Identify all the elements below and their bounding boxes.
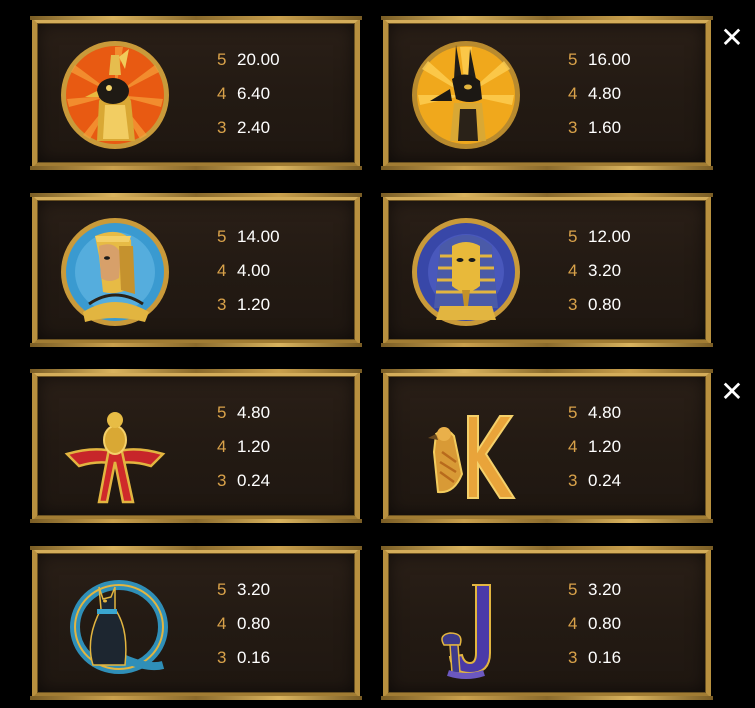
match-count: 3 [568, 648, 578, 667]
payout-value: 0.24 [237, 471, 271, 490]
payout-row: 4 4.80 [568, 77, 631, 111]
horus-symbol-icon [59, 39, 171, 151]
match-count: 4 [568, 614, 578, 633]
paytable-card-q: 5 3.20 4 0.80 3 0.16 [30, 546, 362, 700]
payout-value: 1.20 [588, 437, 622, 456]
payout-row: 5 3.20 [217, 573, 270, 607]
match-count: 3 [568, 118, 578, 137]
payout-value: 1.20 [237, 437, 271, 456]
payout-row: 4 1.20 [217, 430, 270, 464]
match-count: 5 [217, 227, 227, 246]
payout-row: 5 14.00 [217, 220, 280, 254]
payout-value: 0.24 [588, 471, 622, 490]
match-count: 3 [568, 295, 578, 314]
payout-list: 5 12.00 4 3.20 3 0.80 [568, 220, 631, 322]
match-count: 4 [217, 261, 227, 280]
payout-row: 4 1.20 [568, 430, 621, 464]
payout-row: 5 4.80 [568, 396, 621, 430]
payout-list: 5 4.80 4 1.20 3 0.24 [568, 396, 621, 498]
payout-row: 4 0.80 [217, 607, 270, 641]
payout-list: 5 3.20 4 0.80 3 0.16 [217, 573, 270, 675]
payout-row: 5 3.20 [568, 573, 621, 607]
match-count: 5 [568, 580, 578, 599]
payout-row: 3 0.80 [568, 288, 631, 322]
payout-value: 2.40 [237, 118, 271, 137]
match-count: 5 [568, 227, 578, 246]
cat-q-symbol-icon [59, 569, 171, 681]
payout-list: 5 14.00 4 4.00 3 1.20 [217, 220, 280, 322]
paytable-card-j: 5 3.20 4 0.80 3 0.16 [381, 546, 713, 700]
payout-value: 4.80 [588, 84, 622, 103]
match-count: 4 [217, 437, 227, 456]
pharaoh-symbol-icon [410, 216, 522, 328]
payout-value: 0.80 [237, 614, 271, 633]
payout-row: 3 0.24 [568, 464, 621, 498]
match-count: 3 [217, 471, 227, 490]
payout-list: 5 20.00 4 6.40 3 2.40 [217, 43, 280, 145]
match-count: 5 [217, 50, 227, 69]
close-icon[interactable]: ✕ [718, 378, 746, 406]
payout-value: 16.00 [588, 50, 631, 69]
match-count: 5 [217, 580, 227, 599]
match-count: 5 [217, 403, 227, 422]
payout-row: 3 0.16 [568, 641, 621, 675]
payout-row: 4 4.00 [217, 254, 280, 288]
payout-row: 4 6.40 [217, 77, 280, 111]
paytable-card-a: 5 4.80 4 1.20 3 0.24 [30, 369, 362, 523]
payout-value: 0.16 [588, 648, 622, 667]
paytable-card-cleopatra: 5 14.00 4 4.00 3 1.20 [30, 193, 362, 347]
close-icon[interactable]: ✕ [718, 24, 746, 52]
scarab-a-symbol-icon [59, 392, 171, 504]
paytable-card-horus: 5 20.00 4 6.40 3 2.40 [30, 16, 362, 170]
anubis-symbol-icon [410, 39, 522, 151]
payout-row: 5 12.00 [568, 220, 631, 254]
match-count: 3 [217, 118, 227, 137]
payout-value: 4.80 [237, 403, 271, 422]
payout-value: 12.00 [588, 227, 631, 246]
payout-row: 3 1.60 [568, 111, 631, 145]
payout-list: 5 3.20 4 0.80 3 0.16 [568, 573, 621, 675]
payout-value: 3.20 [588, 261, 622, 280]
cleopatra-symbol-icon [59, 216, 171, 328]
payout-row: 3 0.16 [217, 641, 270, 675]
match-count: 5 [568, 403, 578, 422]
payout-row: 3 1.20 [217, 288, 280, 322]
payout-value: 0.80 [588, 614, 622, 633]
paytable-card-pharaoh: 5 12.00 4 3.20 3 0.80 [381, 193, 713, 347]
match-count: 4 [217, 614, 227, 633]
payout-row: 5 16.00 [568, 43, 631, 77]
payout-value: 6.40 [237, 84, 271, 103]
paytable-card-anubis: 5 16.00 4 4.80 3 1.60 [381, 16, 713, 170]
match-count: 4 [568, 84, 578, 103]
payout-value: 3.20 [237, 580, 271, 599]
match-count: 3 [568, 471, 578, 490]
match-count: 3 [217, 648, 227, 667]
payout-row: 5 4.80 [217, 396, 270, 430]
payout-value: 4.80 [588, 403, 622, 422]
match-count: 4 [568, 437, 578, 456]
payout-row: 4 3.20 [568, 254, 631, 288]
payout-list: 5 4.80 4 1.20 3 0.24 [217, 396, 270, 498]
match-count: 5 [568, 50, 578, 69]
payout-value: 14.00 [237, 227, 280, 246]
payout-value: 1.20 [237, 295, 271, 314]
cobra-j-symbol-icon [410, 569, 522, 681]
paytable-card-k: 5 4.80 4 1.20 3 0.24 [381, 369, 713, 523]
payout-value: 1.60 [588, 118, 622, 137]
payout-value: 4.00 [237, 261, 271, 280]
payout-row: 4 0.80 [568, 607, 621, 641]
payout-row: 5 20.00 [217, 43, 280, 77]
payout-value: 0.16 [237, 648, 271, 667]
payout-list: 5 16.00 4 4.80 3 1.60 [568, 43, 631, 145]
payout-row: 3 0.24 [217, 464, 270, 498]
payout-value: 20.00 [237, 50, 280, 69]
payout-value: 0.80 [588, 295, 622, 314]
falcon-k-symbol-icon [410, 392, 522, 504]
match-count: 4 [568, 261, 578, 280]
payout-row: 3 2.40 [217, 111, 280, 145]
match-count: 4 [217, 84, 227, 103]
match-count: 3 [217, 295, 227, 314]
payout-value: 3.20 [588, 580, 622, 599]
